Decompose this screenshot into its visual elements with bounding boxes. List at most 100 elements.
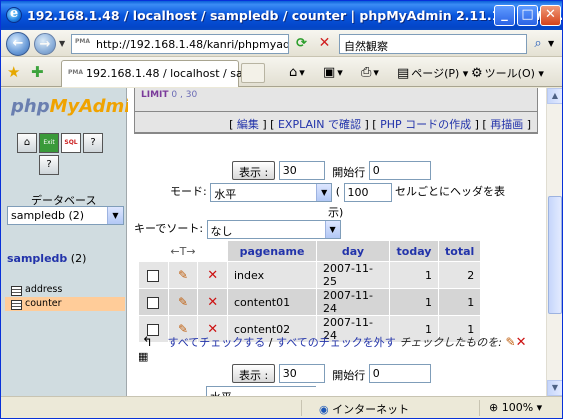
search-input[interactable]: 自然観察 — [339, 34, 527, 54]
scroll-thumb[interactable] — [548, 196, 562, 314]
column-arrows[interactable]: ←T→ — [139, 241, 227, 261]
chevron-down-icon: ▼ — [316, 184, 332, 201]
add-favorites-icon[interactable]: ✚ — [31, 63, 44, 81]
delete-x-icon[interactable]: ✕ — [207, 268, 218, 283]
back-button[interactable]: ← — [6, 32, 30, 56]
status-divider — [301, 400, 302, 416]
explain-link[interactable]: EXPLAIN で確認 — [278, 118, 361, 131]
delete-x-icon[interactable]: ✕ — [207, 295, 218, 310]
print-view-icon[interactable]: ▦ — [138, 350, 148, 363]
cell-pagename: content01 — [228, 289, 316, 315]
column-header-day[interactable]: day — [317, 241, 389, 261]
title-bar: 192.168.1.48 / localhost / sampledb / co… — [1, 1, 562, 30]
rows-input[interactable]: 30 — [278, 364, 325, 383]
page-content: phpMyAdmin ⌂ Exit SQL ? ? データベース sampled… — [1, 88, 562, 396]
search-dropdown-icon[interactable]: ▼ — [548, 39, 554, 48]
close-button[interactable]: ✕ — [540, 5, 561, 26]
window-title: 192.168.1.48 / localhost / sampledb / co… — [27, 8, 563, 23]
uncheck-all-link[interactable]: すべてのチェックを外す — [276, 336, 396, 349]
logo-php: php — [11, 96, 50, 117]
zoom-icon: ⊕ — [489, 401, 499, 414]
mode-select[interactable]: 水平 — [206, 386, 316, 396]
paren-open: ( — [335, 185, 341, 198]
rows-input[interactable]: 30 — [278, 161, 325, 180]
security-zone[interactable]: ◉ インターネット — [319, 401, 409, 417]
documentation-icon[interactable]: ? — [39, 155, 59, 175]
edit-pencil-icon[interactable]: ✎ — [178, 268, 188, 282]
print-icon: ⎙ — [361, 65, 372, 80]
mode-label: モード: — [170, 185, 207, 198]
row-checkbox[interactable] — [147, 269, 160, 282]
php-code-link[interactable]: PHP コードの作成 — [380, 118, 471, 131]
bracket: ] [ — [474, 118, 487, 131]
mode-select-value: 水平 — [214, 188, 237, 201]
column-header-pagename[interactable]: pagename — [228, 241, 316, 261]
home-button[interactable]: ⌂ ▾ — [289, 65, 305, 80]
database-select-value: sampledb (2) — [11, 209, 85, 222]
address-bar: ← → ▼ PMA http://192.168.1.48/kanri/phpm… — [1, 30, 562, 57]
show-button[interactable]: 表示 : — [232, 364, 276, 383]
column-header-today[interactable]: today — [390, 241, 438, 261]
sql-icon[interactable]: SQL — [61, 133, 81, 153]
url-input[interactable]: PMA http://192.168.1.48/kanri/phpmyadm — [71, 34, 289, 54]
favorites-star-icon[interactable]: ★ — [7, 63, 20, 81]
scroll-up-icon[interactable]: ▲ — [547, 88, 562, 104]
cell-pagename: index — [228, 262, 316, 288]
table-item-counter[interactable]: counter — [5, 297, 125, 311]
scroll-down-icon[interactable]: ▼ — [547, 380, 562, 396]
zoom-control[interactable]: ⊕ 100% ▾ — [489, 401, 542, 414]
rss-icon: ▣ — [323, 65, 336, 80]
refresh-icon[interactable]: ⟳ — [293, 35, 310, 52]
column-header-total[interactable]: total — [439, 241, 481, 261]
database-link[interactable]: sampledb (2) — [7, 252, 86, 265]
page-menu[interactable]: ▤ ページ(P) ▾ — [397, 65, 468, 81]
show-button[interactable]: 表示 : — [232, 161, 276, 180]
phpmyadmin-logo[interactable]: phpMyAdmin — [11, 96, 143, 117]
home-icon[interactable]: ⌂ — [17, 133, 37, 153]
database-select[interactable]: sampledb (2) ▼ — [7, 206, 124, 225]
chevron-down-icon: ▼ — [107, 207, 123, 224]
page-icon: ▤ — [397, 66, 410, 81]
tools-menu[interactable]: ⚙ ツール(O) ▾ — [471, 65, 544, 81]
with-checked-label: チェックしたものを: — [399, 336, 503, 349]
refresh-link[interactable]: 再描画 — [490, 118, 523, 131]
header-every-input[interactable]: 100 — [343, 183, 392, 202]
pma-favicon-icon: PMA — [68, 69, 84, 76]
new-tab-button[interactable] — [241, 63, 265, 83]
forward-button[interactable]: → — [34, 33, 56, 55]
table-item-address[interactable]: address — [5, 283, 125, 297]
feeds-button[interactable]: ▣ ▾ — [323, 65, 343, 80]
start-row-input[interactable]: 0 — [368, 364, 431, 383]
help-icon[interactable]: ? — [83, 133, 103, 153]
sql-links-bar: [ 編集 ] [ EXPLAIN で確認 ] [ PHP コードの作成 ] [ … — [134, 111, 546, 133]
mode-select[interactable]: 水平 ▼ — [210, 183, 333, 202]
sql-limit-text: LIMIT 0 , 30 — [141, 90, 197, 100]
tab-bar: ★ ✚ PMA 192.168.1.48 / localhost / sam..… — [1, 57, 562, 87]
delete-checked-icon[interactable]: ✕ — [516, 335, 527, 350]
mode-row: モード: 水平 ▼ ( 100 セルごとにヘッダを表 — [170, 183, 505, 202]
check-all-link[interactable]: すべてチェックする — [168, 336, 266, 349]
edit-link[interactable]: 編集 — [237, 118, 259, 131]
row-checkbox[interactable] — [147, 296, 160, 309]
print-button[interactable]: ⎙ ▾ — [361, 65, 379, 80]
page-menu-label: ページ(P) — [411, 67, 460, 80]
start-row-label: 開始行 — [332, 369, 366, 382]
tab-current[interactable]: PMA 192.168.1.48 / localhost / sam... — [61, 60, 264, 87]
history-dropdown-icon[interactable]: ▼ — [59, 39, 65, 48]
table-list: address counter — [5, 283, 125, 311]
stop-icon[interactable]: ✕ — [316, 35, 333, 52]
check-all-row: ↰ すべてチェックする / すべてのチェックを外す チェックしたものを: ✎✕ — [142, 334, 527, 350]
minimize-button[interactable]: _ — [494, 5, 515, 26]
exit-icon[interactable]: Exit — [39, 133, 59, 153]
sort-row: キーでソート: なし ▼ — [134, 220, 341, 239]
chevron-down-icon: ▼ — [324, 221, 340, 238]
start-row-input[interactable]: 0 — [368, 161, 431, 180]
edit-pencil-icon[interactable]: ✎ — [178, 295, 188, 309]
search-icon[interactable]: ⌕ — [529, 35, 547, 53]
vertical-scrollbar[interactable]: ▲ ▼ — [546, 88, 562, 396]
maximize-button[interactable]: □ — [517, 5, 538, 26]
sort-select[interactable]: なし ▼ — [206, 220, 341, 239]
bracket: [ — [229, 118, 234, 131]
gear-icon: ⚙ — [471, 66, 483, 81]
edit-checked-icon[interactable]: ✎ — [506, 335, 516, 349]
